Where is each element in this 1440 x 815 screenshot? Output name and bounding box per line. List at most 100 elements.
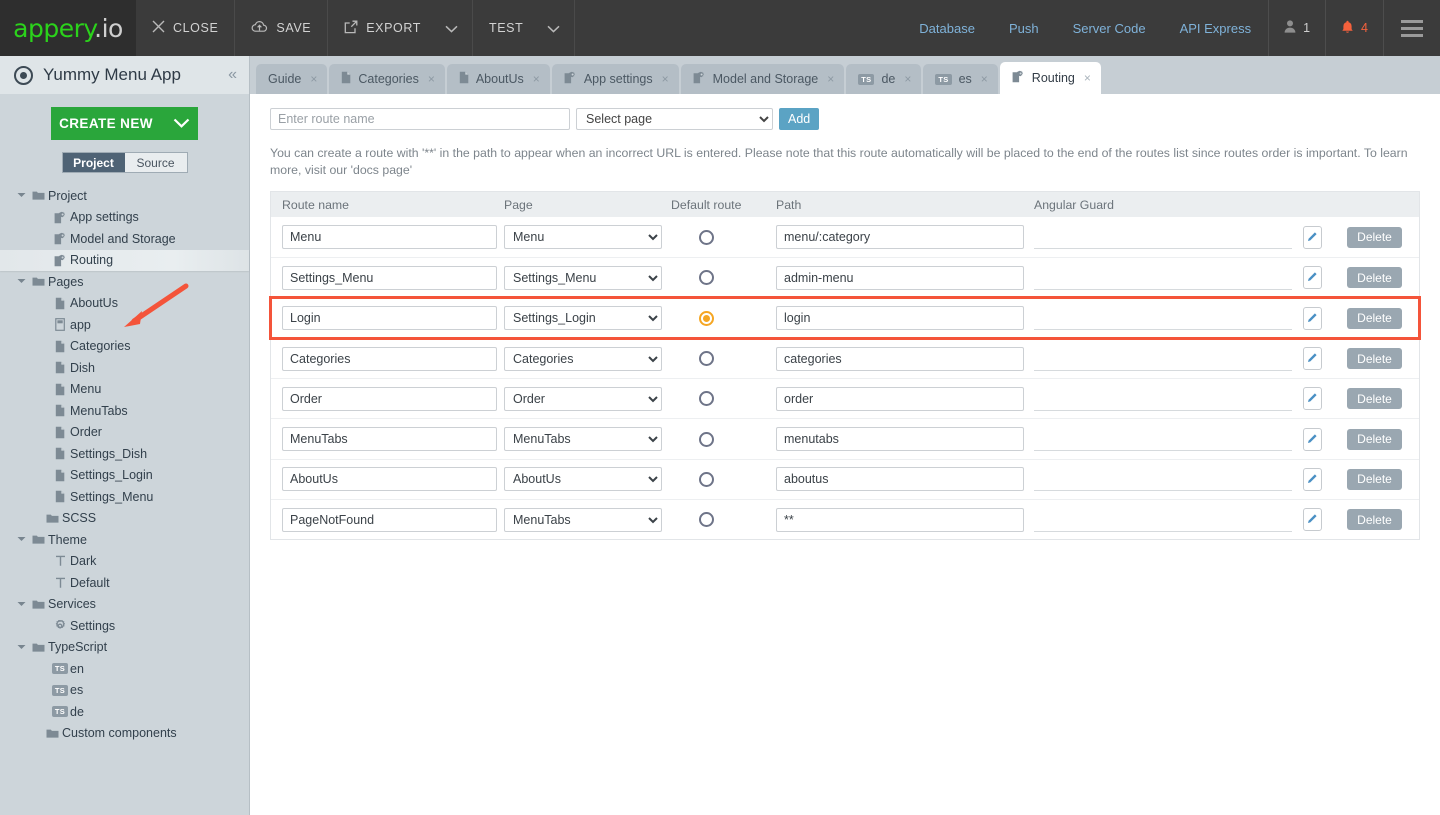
delete-route-button[interactable]: Delete [1347, 388, 1402, 410]
angular-guard-field[interactable] [1034, 467, 1292, 492]
table-row[interactable]: Settings_Menu Delete [271, 257, 1419, 298]
delete-route-button[interactable]: Delete [1347, 348, 1402, 370]
test-button[interactable]: TEST [473, 0, 533, 56]
chevron-double-left-icon[interactable]: « [228, 66, 237, 84]
page-dropdown[interactable]: AboutUs [504, 467, 662, 492]
path-field[interactable] [776, 507, 1024, 532]
angular-guard-field[interactable] [1034, 306, 1292, 331]
sidebar-item-routing[interactable]: Routing [0, 249, 249, 271]
close-button[interactable]: CLOSE [136, 0, 236, 56]
appery-logo[interactable]: appery.io [0, 0, 136, 56]
sidebar-item-app-settings[interactable]: App settings [0, 207, 249, 229]
default-route-radio[interactable] [699, 229, 714, 245]
tab-close-icon[interactable]: × [1084, 71, 1091, 85]
delete-route-button[interactable]: Delete [1347, 509, 1402, 531]
route-name-field[interactable] [282, 346, 497, 371]
default-route-radio[interactable] [699, 351, 714, 367]
sidebar-item-menu[interactable]: Menu [0, 379, 249, 401]
path-field[interactable] [776, 306, 1024, 331]
tab-project[interactable]: Project [62, 153, 125, 172]
delete-route-button[interactable]: Delete [1347, 226, 1402, 248]
path-field[interactable] [776, 467, 1024, 492]
table-row[interactable]: MenuTabs Delete [271, 499, 1419, 540]
edit-guard-button[interactable] [1303, 467, 1322, 491]
edit-guard-button[interactable] [1303, 387, 1322, 411]
edit-guard-button[interactable] [1303, 347, 1322, 371]
tab-categories[interactable]: Categories × [329, 64, 445, 94]
sidebar-item-aboutus[interactable]: AboutUs [0, 293, 249, 315]
page-dropdown[interactable]: Settings_Login [504, 306, 662, 331]
sidebar-item-typescript[interactable]: TypeScript [0, 637, 249, 659]
sidebar-item-es[interactable]: TS es [0, 680, 249, 702]
delete-route-button[interactable]: Delete [1347, 468, 1402, 490]
sidebar-item-dark[interactable]: Dark [0, 551, 249, 573]
sidebar-item-services[interactable]: Services [0, 594, 249, 616]
nav-link-server-code[interactable]: Server Code [1056, 0, 1163, 56]
angular-guard-field[interactable] [1034, 225, 1292, 250]
twisty-down-icon[interactable] [14, 643, 28, 652]
sidebar-item-app[interactable]: app [0, 314, 249, 336]
page-dropdown[interactable]: MenuTabs [504, 507, 662, 532]
table-row[interactable]: Order Delete [271, 378, 1419, 419]
tab-routing[interactable]: Routing × [999, 62, 1101, 94]
add-route-button[interactable]: Add [779, 108, 820, 130]
page-dropdown[interactable]: Menu [504, 225, 662, 250]
twisty-down-icon[interactable] [14, 535, 28, 544]
tab-close-icon[interactable]: × [533, 72, 540, 86]
sidebar-item-project[interactable]: Project [0, 185, 249, 207]
path-field[interactable] [776, 346, 1024, 371]
page-dropdown[interactable]: Settings_Menu [504, 265, 662, 290]
sidebar-item-dish[interactable]: Dish [0, 357, 249, 379]
sidebar-item-settings-menu[interactable]: Settings_Menu [0, 486, 249, 508]
angular-guard-field[interactable] [1034, 507, 1292, 532]
sidebar-item-order[interactable]: Order [0, 422, 249, 444]
hamburger-icon[interactable] [1383, 0, 1440, 56]
export-dropdown-toggle[interactable] [431, 0, 473, 56]
save-button[interactable]: SAVE [235, 0, 329, 56]
tab-close-icon[interactable]: × [904, 72, 911, 86]
sidebar-item-default[interactable]: Default [0, 572, 249, 594]
route-name-field[interactable] [282, 265, 497, 290]
sidebar-item-settings-login[interactable]: Settings_Login [0, 465, 249, 487]
twisty-down-icon[interactable] [14, 277, 28, 286]
tab-close-icon[interactable]: × [310, 72, 317, 86]
route-name-field[interactable] [282, 306, 497, 331]
tab-close-icon[interactable]: × [827, 72, 834, 86]
default-route-radio[interactable] [699, 512, 714, 528]
notifications-indicator[interactable]: 4 [1325, 0, 1383, 56]
path-field[interactable] [776, 427, 1024, 452]
edit-guard-button[interactable] [1303, 306, 1322, 330]
route-name-field[interactable] [282, 467, 497, 492]
tab-aboutus[interactable]: AboutUs × [446, 64, 550, 94]
nav-link-push[interactable]: Push [992, 0, 1056, 56]
edit-guard-button[interactable] [1303, 225, 1322, 249]
sidebar-item-custom-components[interactable]: Custom components [0, 723, 249, 745]
angular-guard-field[interactable] [1034, 346, 1292, 371]
tab-app-settings[interactable]: App settings × [551, 64, 679, 94]
angular-guard-field[interactable] [1034, 386, 1292, 411]
sidebar-item-menutabs[interactable]: MenuTabs [0, 400, 249, 422]
table-row[interactable]: Menu Delete [271, 217, 1419, 258]
tab-model-and-storage[interactable]: Model and Storage × [680, 64, 845, 94]
sidebar-item-pages[interactable]: Pages [0, 271, 249, 293]
tab-guide[interactable]: Guide × [256, 64, 328, 94]
angular-guard-field[interactable] [1034, 265, 1292, 290]
route-name-field[interactable] [282, 507, 497, 532]
sidebar-item-settings[interactable]: Settings [0, 615, 249, 637]
delete-route-button[interactable]: Delete [1347, 428, 1402, 450]
table-row[interactable]: MenuTabs Delete [271, 418, 1419, 459]
nav-link-database[interactable]: Database [902, 0, 992, 56]
sidebar-item-de[interactable]: TS de [0, 701, 249, 723]
route-name-input[interactable] [270, 108, 570, 130]
default-route-radio[interactable] [699, 391, 714, 407]
delete-route-button[interactable]: Delete [1347, 267, 1402, 289]
route-name-field[interactable] [282, 386, 497, 411]
route-name-field[interactable] [282, 225, 497, 250]
path-field[interactable] [776, 225, 1024, 250]
angular-guard-field[interactable] [1034, 427, 1292, 452]
default-route-radio[interactable] [699, 310, 714, 326]
path-field[interactable] [776, 386, 1024, 411]
sidebar-item-theme[interactable]: Theme [0, 529, 249, 551]
default-route-radio[interactable] [699, 270, 714, 286]
tab-close-icon[interactable]: × [428, 72, 435, 86]
